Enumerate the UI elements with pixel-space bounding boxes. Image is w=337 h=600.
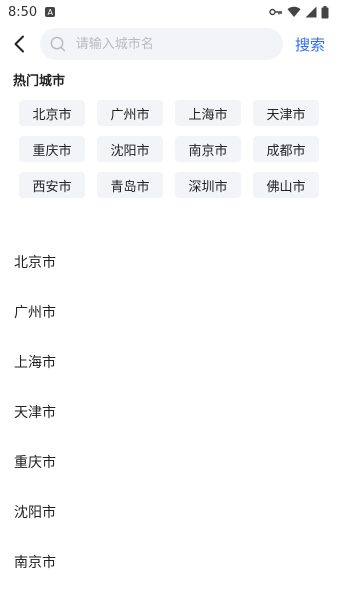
hot-city-chip[interactable]: 青岛市 (97, 172, 163, 198)
status-icons (269, 5, 329, 19)
wifi-icon (287, 6, 301, 18)
search-box[interactable] (40, 28, 283, 60)
status-bar: 8:50 A (0, 0, 337, 24)
hot-city-chip[interactable]: 沈阳市 (97, 136, 163, 162)
hot-city-chip[interactable]: 广州市 (97, 100, 163, 126)
search-button[interactable]: 搜索 (295, 34, 325, 55)
hot-city-chip[interactable]: 南京市 (175, 136, 241, 162)
city-list: 北京市 广州市 上海市 天津市 重庆市 沈阳市 南京市 (0, 237, 337, 587)
search-input[interactable] (73, 35, 273, 53)
hot-city-chip[interactable]: 重庆市 (19, 136, 85, 162)
search-header: 搜索 (0, 24, 337, 64)
city-list-item[interactable]: 沈阳市 (0, 487, 337, 537)
battery-icon (321, 5, 329, 18)
hot-city-chip[interactable]: 深圳市 (175, 172, 241, 198)
search-icon (50, 36, 66, 52)
a-box-icon: A (45, 7, 56, 17)
hot-city-chip[interactable]: 西安市 (19, 172, 85, 198)
city-list-item[interactable]: 南京市 (0, 537, 337, 587)
city-list-item[interactable]: 天津市 (0, 387, 337, 437)
status-time: 8:50 (8, 4, 38, 20)
back-arrow-icon (14, 35, 24, 53)
hot-city-chip[interactable]: 成都市 (253, 136, 319, 162)
city-list-item[interactable]: 上海市 (0, 337, 337, 387)
back-button[interactable] (8, 29, 30, 59)
city-list-item[interactable]: 广州市 (0, 287, 337, 337)
city-list-item[interactable]: 重庆市 (0, 437, 337, 487)
hot-city-chip[interactable]: 北京市 (19, 100, 85, 126)
hot-cities-grid: 北京市 广州市 上海市 天津市 重庆市 沈阳市 南京市 成都市 西安市 青岛市 … (0, 92, 337, 198)
hot-city-chip[interactable]: 佛山市 (253, 172, 319, 198)
city-list-item[interactable]: 北京市 (0, 237, 337, 287)
hot-city-chip[interactable]: 天津市 (253, 100, 319, 126)
signal-icon (305, 6, 317, 18)
key-icon (269, 8, 282, 16)
hot-city-chip[interactable]: 上海市 (175, 100, 241, 126)
hot-cities-title: 热门城市 (13, 74, 66, 89)
